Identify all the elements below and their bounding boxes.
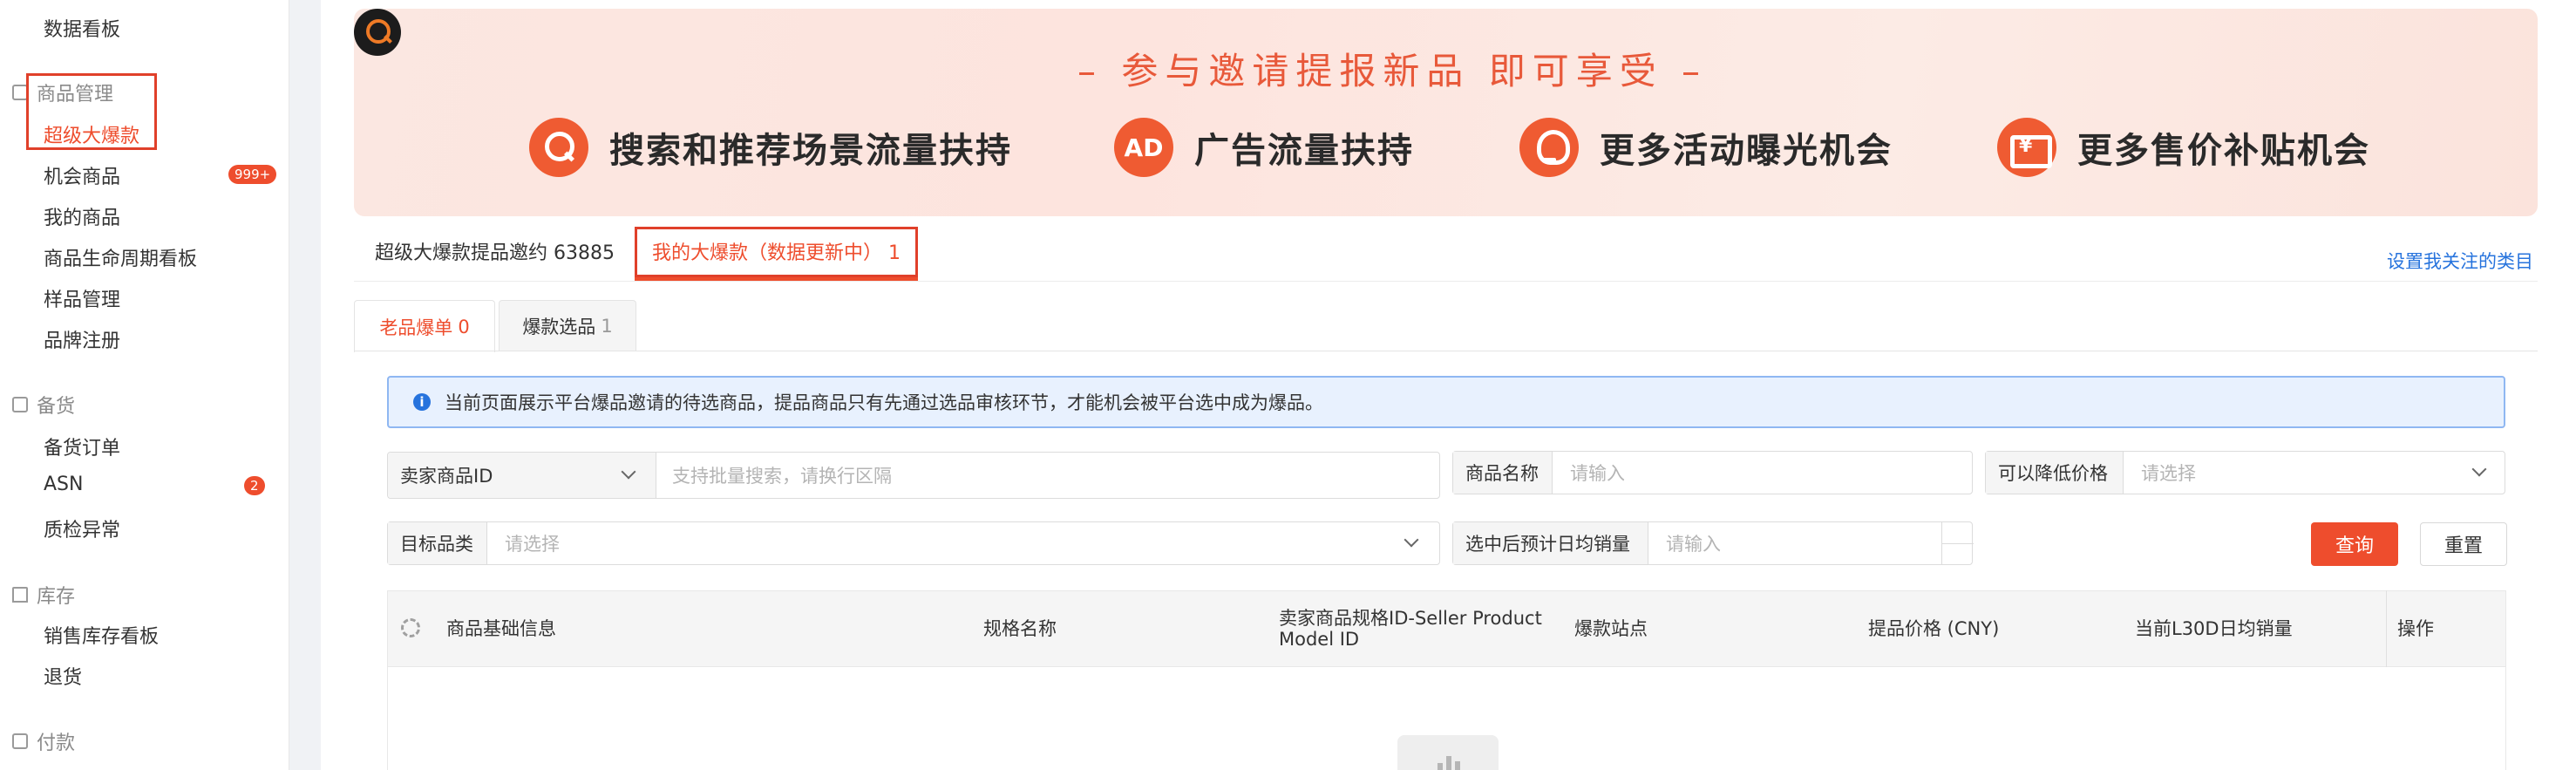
seller-id-select[interactable]: 卖家商品ID — [388, 453, 656, 498]
info-icon: i — [413, 393, 431, 411]
daily-sales-filter: 选中后预计日均销量 请输入 — [1452, 521, 1974, 565]
sidebar-item-brand[interactable]: 品牌注册 — [44, 325, 120, 353]
sidebar-item-asn[interactable]: ASN — [44, 474, 83, 495]
daily-sales-input[interactable]: 请输入 — [1666, 522, 1721, 564]
sidebar-item-qc[interactable]: 质检异常 — [44, 514, 120, 542]
subtab-count: 1 — [601, 315, 613, 337]
filter-label: 商品名称 — [1453, 452, 1553, 494]
product-name-filter: 商品名称 请输入 — [1452, 451, 1973, 494]
count-badge: 999+ — [228, 165, 277, 184]
quantity-stepper[interactable] — [1941, 522, 1974, 564]
column-divider — [2386, 590, 2387, 667]
gear-icon[interactable] — [401, 618, 420, 637]
feature-text: 更多活动曝光机会 — [1600, 131, 1893, 171]
reset-button[interactable]: 重置 — [2420, 522, 2507, 566]
sidebar-group-label: 库存 — [37, 586, 76, 608]
clipboard-icon — [12, 397, 28, 412]
tabs-divider — [354, 281, 2538, 282]
tab-active-indicator — [635, 277, 918, 281]
column-header: 操作 — [2397, 617, 2434, 639]
stepper-divider — [1942, 543, 1974, 544]
column-header: 爆款站点 — [1574, 617, 1648, 639]
count-badge: 2 — [244, 476, 265, 495]
filter-label: 卖家商品ID — [400, 466, 493, 487]
sidebar-item-super-hot[interactable]: 超级大爆款 — [44, 120, 139, 148]
notice-text: 当前页面展示平台爆品邀请的待选商品，提品商品只有先通过选品审核环节，才能机会被平… — [445, 392, 1323, 413]
banner-feature-search: 搜索和推荐场景流量扶持 — [529, 118, 1012, 177]
sidebar-group-stock[interactable]: 备货 — [12, 391, 75, 419]
feature-text: 更多售价补贴机会 — [2077, 131, 2370, 171]
column-header: 提品价格 (CNY) — [1868, 617, 2000, 639]
banner-feature-subsidy: 更多售价补贴机会 — [1997, 118, 2370, 177]
highlight-box-tab — [635, 227, 918, 277]
banner-feature-activity: 更多活动曝光机会 — [1519, 118, 1893, 177]
subtab-label: 爆款选品 — [522, 316, 596, 337]
chevron-down-icon — [2471, 461, 2487, 477]
column-header: 卖家商品规格ID-Seller Product Model ID — [1279, 607, 1542, 650]
column-header: 规格名称 — [983, 617, 1057, 639]
sidebar: 数据看板 商品管理 超级大爆款 机会商品 999+ 我的商品 商品生命周期看板 … — [0, 0, 289, 770]
tab-invitations[interactable]: 超级大爆款提品邀约 63885 — [375, 237, 615, 265]
filter-label: 目标品类 — [388, 522, 487, 564]
sidebar-item-stock-orders[interactable]: 备货订单 — [44, 433, 120, 460]
sidebar-group-payment[interactable]: 付款 — [12, 727, 75, 755]
sidebar-item-dashboard[interactable]: 数据看板 — [44, 14, 120, 42]
column-header: 当前L30D日均销量 — [2135, 617, 2293, 639]
ad-icon: AD — [1114, 118, 1173, 177]
seller-id-input[interactable]: 支持批量搜索，请换行区隔 — [672, 453, 892, 498]
banner-title: – 参与邀请提报新品 即可享受 – — [1077, 50, 1708, 92]
column-header: 商品基础信息 — [446, 617, 556, 639]
subtab-label: 老品爆单 — [379, 317, 453, 338]
ticket-icon — [1997, 118, 2056, 177]
sidebar-group-inventory[interactable]: 库存 — [12, 581, 75, 609]
filter-label: 可以降低价格 — [1986, 452, 2124, 494]
lower-price-select[interactable]: 请选择 — [2141, 452, 2196, 494]
set-category-link[interactable]: 设置我关注的类目 — [2387, 248, 2533, 274]
seller-id-filter: 卖家商品ID 支持批量搜索，请换行区隔 — [387, 452, 1440, 499]
subtab-count: 0 — [458, 316, 470, 337]
promo-banner[interactable] — [354, 9, 2538, 216]
sidebar-item-returns[interactable]: 退货 — [44, 662, 82, 690]
search-icon — [529, 118, 588, 177]
sidebar-group-label: 付款 — [37, 733, 76, 754]
filter-label: 选中后预计日均销量 — [1453, 522, 1648, 564]
banner-feature-ad: AD 广告流量扶持 — [1114, 118, 1414, 177]
target-category-select[interactable]: 请选择 — [505, 522, 560, 564]
subtab-hot-selection[interactable]: 爆款选品 1 — [499, 300, 636, 351]
search-icon[interactable] — [354, 9, 401, 56]
info-notice: i 当前页面展示平台爆品邀请的待选商品，提品商品只有先通过选品审核环节，才能机会… — [387, 376, 2505, 428]
sidebar-item-my-products[interactable]: 我的商品 — [44, 202, 120, 230]
subtab-old-products[interactable]: 老品爆单 0 — [354, 300, 495, 352]
feature-text: 搜索和推荐场景流量扶持 — [609, 131, 1012, 171]
lower-price-filter: 可以降低价格 请选择 — [1985, 451, 2505, 494]
home-icon — [12, 587, 28, 603]
sidebar-group-label: 备货 — [37, 396, 76, 418]
sidebar-item-opportunity[interactable]: 机会商品 — [44, 161, 120, 189]
sidebar-item-sales-inventory[interactable]: 销售库存看板 — [44, 621, 159, 649]
target-category-filter: 目标品类 请选择 — [387, 521, 1440, 565]
query-button[interactable]: 查询 — [2311, 522, 2398, 566]
chevron-down-icon — [1404, 532, 1419, 548]
empty-state-icon — [1397, 735, 1499, 770]
bulb-icon — [1519, 118, 1579, 177]
app-root: 数据看板 商品管理 超级大爆款 机会商品 999+ 我的商品 商品生命周期看板 … — [0, 0, 2576, 770]
feature-text: 广告流量扶持 — [1194, 131, 1414, 171]
wallet-icon — [12, 733, 28, 749]
product-name-input[interactable]: 请输入 — [1570, 452, 1625, 494]
sidebar-item-lifecycle[interactable]: 商品生命周期看板 — [44, 243, 197, 271]
sidebar-item-samples[interactable]: 样品管理 — [44, 284, 120, 312]
